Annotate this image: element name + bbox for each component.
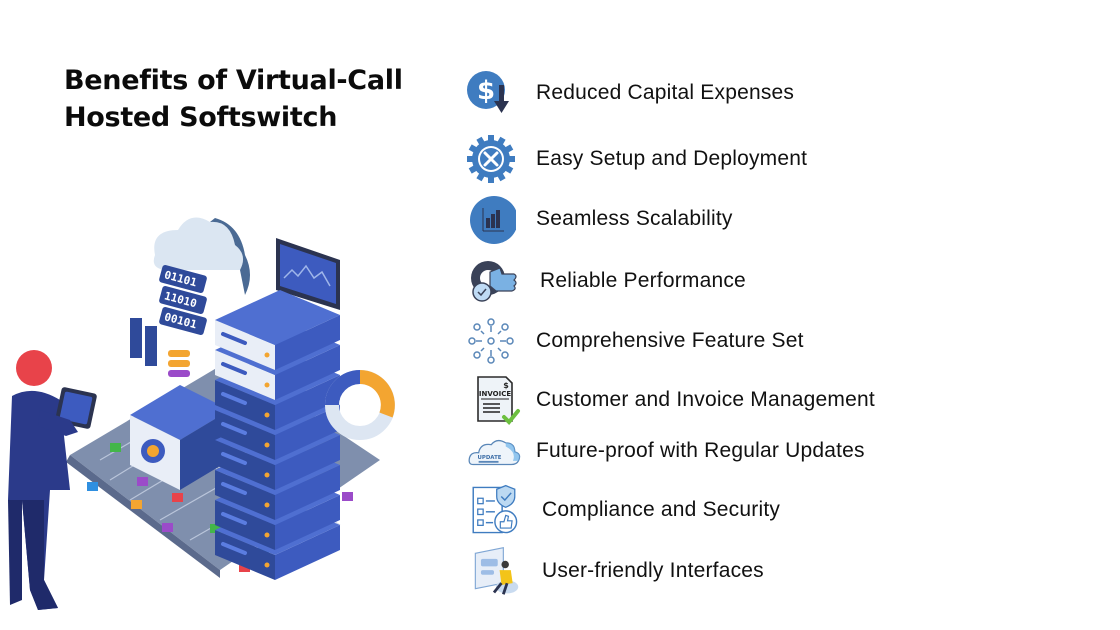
benefit-item: Easy Setup and Deployment [466,134,807,184]
benefit-item: Comprehensive Feature Set [466,316,804,366]
benefit-label: Reliable Performance [540,269,746,292]
checklist-shield-icon [472,484,518,534]
server-stack [215,290,340,580]
dollar-down-arrow-icon: $ [467,71,509,113]
svg-text:UPDATE: UPDATE [477,455,501,461]
svg-text:INVOICE: INVOICE [479,390,511,398]
gear-thumbs-up-icon [471,261,517,302]
benefit-label: Compliance and Security [542,498,781,521]
benefit-label: User-friendly Interfaces [542,559,764,582]
benefit-label: Reduced Capital Expenses [536,81,795,104]
invoice-check-icon: $ INVOICE [477,376,520,425]
gear-tools-icon [467,135,515,183]
title-line-2: Hosted Softswitch [64,102,338,133]
binary-panels: 01101 11010 00101 [159,265,207,335]
benefits-list: $ Reduced Capital Expenses Easy Setup an… [466,0,1116,630]
donut-graphic [325,370,395,440]
benefit-label: Comprehensive Feature Set [536,329,804,352]
title-line-1: Benefits of Virtual-Call [64,65,403,96]
benefit-item: Compliance and Security [466,484,781,535]
benefit-item: Seamless Scalability [466,194,733,244]
benefit-item: $ INVOICE Customer and Invoice Managemen… [466,375,875,425]
server-illustration: 01101 11010 00101 [8,217,395,610]
svg-text:$: $ [503,381,509,390]
benefit-item: UPDATE Future-proof with Regular Updates [466,426,865,476]
benefit-item: $ Reduced Capital Expenses [466,68,794,118]
scalability-chart-icon [470,196,516,244]
page-title: Benefits of Virtual-Call Hosted Softswit… [64,62,424,136]
svg-text:$: $ [477,76,495,106]
benefit-label: Customer and Invoice Management [536,388,875,411]
benefit-label: Seamless Scalability [536,207,733,230]
benefit-item: Reliable Performance [466,256,746,306]
benefit-label: Easy Setup and Deployment [536,147,808,170]
network-nodes-icon [468,318,514,364]
person-figure [8,350,97,610]
user-interface-icon [474,546,519,595]
benefit-item: User-friendly Interfaces [466,546,764,596]
benefit-label: Future-proof with Regular Updates [536,439,865,462]
cloud-update-icon: UPDATE [468,439,521,466]
